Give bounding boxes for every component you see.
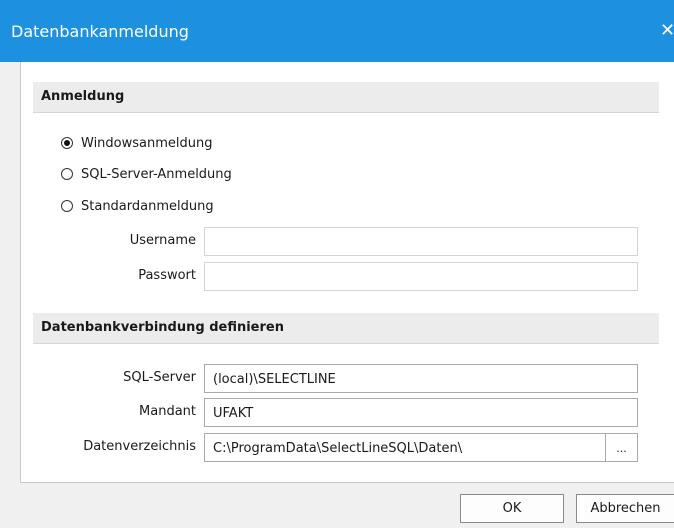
sql-server-label: SQL-Server bbox=[123, 370, 196, 385]
password-field[interactable] bbox=[204, 262, 638, 291]
browse-button[interactable]: ... bbox=[605, 433, 638, 462]
radio-sql-server-login[interactable]: SQL-Server-Anmeldung bbox=[61, 165, 232, 183]
radio-sql-server-login-label: SQL-Server-Anmeldung bbox=[81, 166, 232, 182]
cancel-button[interactable]: Abbrechen bbox=[576, 494, 674, 523]
password-label: Passwort bbox=[138, 268, 196, 283]
client-label: Mandant bbox=[139, 404, 196, 419]
radio-standard-login-label: Standardanmeldung bbox=[81, 198, 214, 214]
username-label: Username bbox=[129, 233, 196, 248]
ok-button[interactable]: OK bbox=[460, 494, 564, 523]
radio-checked-icon[interactable] bbox=[61, 137, 73, 149]
login-group-title: Anmeldung bbox=[41, 89, 125, 104]
window-title: Datenbankanmeldung bbox=[11, 22, 189, 41]
radio-unchecked-icon[interactable] bbox=[61, 200, 73, 212]
sql-server-field[interactable]: (local)\SELECTLINE bbox=[204, 364, 638, 393]
login-group-header: Anmeldung bbox=[33, 82, 659, 113]
data-directory-label: Datenverzeichnis bbox=[83, 439, 196, 454]
username-field[interactable] bbox=[204, 227, 638, 256]
radio-standard-login[interactable]: Standardanmeldung bbox=[61, 197, 214, 215]
radio-windows-login[interactable]: Windowsanmeldung bbox=[61, 134, 213, 152]
data-directory-field[interactable]: C:\ProgramData\SelectLineSQL\Daten\ bbox=[204, 433, 606, 462]
connection-group-header: Datenbankverbindung definieren bbox=[33, 313, 659, 344]
radio-windows-login-label: Windowsanmeldung bbox=[81, 135, 213, 151]
radio-unchecked-icon[interactable] bbox=[61, 168, 73, 180]
content-panel: Anmeldung Windowsanmeldung SQL-Server-An… bbox=[20, 62, 674, 483]
close-icon[interactable]: ✕ bbox=[660, 20, 674, 41]
connection-group-title: Datenbankverbindung definieren bbox=[41, 320, 284, 335]
client-field[interactable]: UFAKT bbox=[204, 398, 638, 427]
title-bar: Datenbankanmeldung ✕ bbox=[0, 0, 674, 62]
